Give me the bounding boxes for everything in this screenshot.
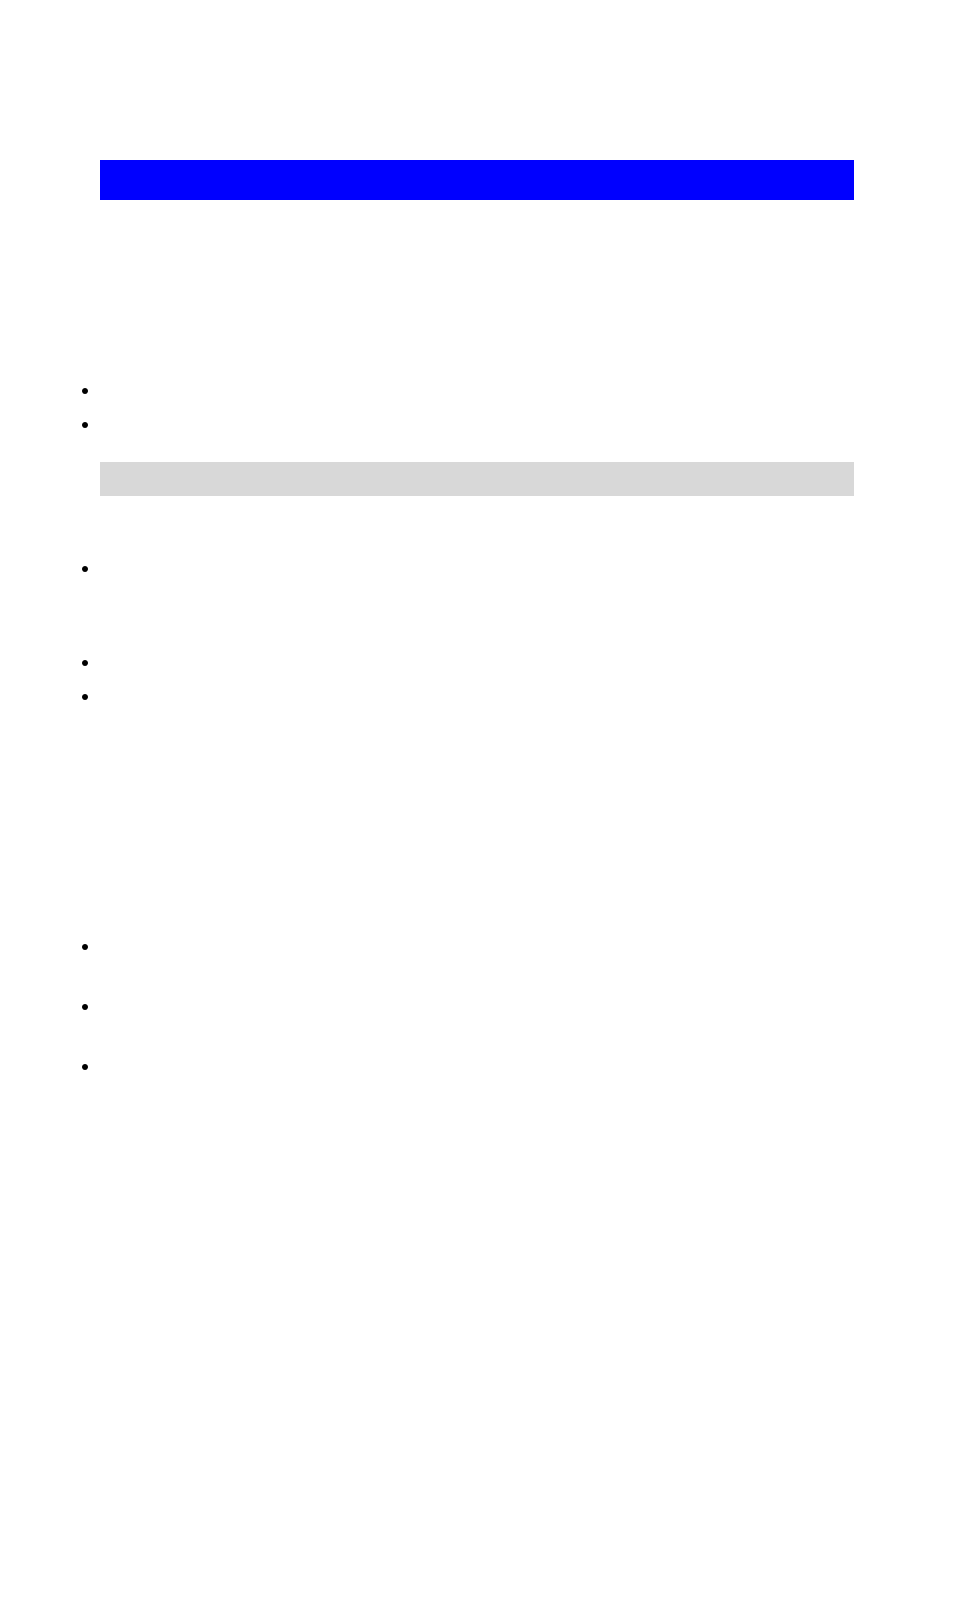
primary-bar [100, 160, 854, 200]
list-item [100, 996, 854, 1016]
list-item [100, 414, 854, 434]
list-item [100, 936, 854, 956]
list-item [100, 686, 854, 706]
list-item [100, 1056, 854, 1076]
bullet-list-2 [100, 558, 854, 706]
bullet-list-3 [100, 936, 854, 1076]
main-content [100, 160, 854, 1116]
secondary-bar [100, 462, 854, 496]
list-item [100, 380, 854, 400]
bullet-list-1 [100, 380, 854, 434]
list-item [100, 652, 854, 672]
list-item [100, 558, 854, 578]
